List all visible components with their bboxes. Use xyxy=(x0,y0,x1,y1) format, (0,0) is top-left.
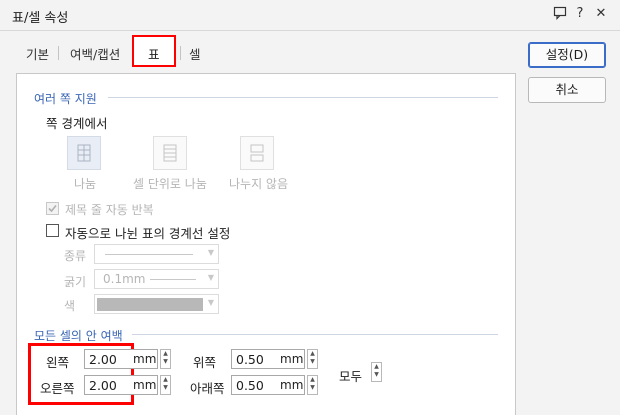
repeat-title-checkbox[interactable] xyxy=(46,202,59,215)
title-bar xyxy=(0,0,620,31)
tab-cell[interactable]: 셀 xyxy=(189,44,201,63)
top-margin-input[interactable]: 0.50 mm xyxy=(231,349,305,369)
chevron-down-icon: ▼ xyxy=(207,298,214,307)
left-margin-input[interactable]: 2.00 mm xyxy=(84,349,158,369)
tab-table[interactable]: 표 xyxy=(148,44,160,63)
section-title-cell-margins: 모든 셀의 안 여백 xyxy=(34,329,123,343)
split-icon[interactable] xyxy=(67,136,101,170)
right-margin-label: 오른쪽 xyxy=(40,381,75,396)
ok-button[interactable]: 설정(D) xyxy=(528,42,606,68)
tab-basic[interactable]: 기본 xyxy=(26,44,49,63)
left-margin-label: 왼쪽 xyxy=(46,355,70,370)
page-boundary-label: 쪽 경계에서 xyxy=(46,116,108,131)
right-margin-stepper[interactable]: ▲ ▼ xyxy=(160,375,171,395)
tab-margin-caption[interactable]: 여백/캡션 xyxy=(70,44,120,63)
no-split-icon[interactable] xyxy=(240,136,274,170)
tab-divider xyxy=(180,46,181,60)
bottom-margin-label: 아래쪽 xyxy=(190,381,225,396)
chat-icon[interactable] xyxy=(552,6,568,22)
color-select[interactable]: ▼ xyxy=(94,294,219,314)
auto-border-label: 자동으로 나뉜 표의 경계선 설정 xyxy=(65,226,231,241)
top-margin-label: 위쪽 xyxy=(193,355,217,370)
top-margin-value: 0.50 xyxy=(236,352,264,367)
left-margin-value: 2.00 xyxy=(89,352,117,367)
all-margin-stepper[interactable]: ▲ ▼ xyxy=(371,362,382,382)
split-option-label: 나누지 않음 xyxy=(229,177,289,191)
close-icon[interactable]: ✕ xyxy=(593,6,609,22)
repeat-title-label: 제목 줄 자동 반복 xyxy=(65,203,154,217)
window-title: 표/셀 속성 xyxy=(12,11,69,26)
split-by-cell-icon[interactable] xyxy=(153,136,187,170)
unit-label: mm xyxy=(133,378,157,392)
section-title-page-split: 여러 쪽 지원 xyxy=(34,92,97,106)
split-option-label: 나눔 xyxy=(74,177,97,191)
unit-label: mm xyxy=(280,352,304,366)
color-swatch xyxy=(97,298,203,311)
help-icon[interactable]: ? xyxy=(572,6,588,22)
line-type-label: 종류 xyxy=(64,249,87,263)
thickness-value: 0.1mm xyxy=(103,272,146,286)
chevron-down-icon: ▼ xyxy=(207,273,214,282)
right-margin-input[interactable]: 2.00 mm xyxy=(84,375,158,395)
bottom-margin-input[interactable]: 0.50 mm xyxy=(231,375,305,395)
tab-divider xyxy=(58,46,59,60)
thickness-label: 굵기 xyxy=(64,275,87,289)
top-margin-stepper[interactable]: ▲ ▼ xyxy=(307,349,318,369)
bottom-margin-stepper[interactable]: ▲ ▼ xyxy=(307,375,318,395)
auto-border-checkbox[interactable] xyxy=(46,224,59,237)
right-margin-value: 2.00 xyxy=(89,378,117,393)
cancel-button[interactable]: 취소 xyxy=(528,77,606,103)
thickness-select[interactable]: 0.1mm ▼ xyxy=(94,269,219,289)
split-option-label: 셀 단위로 나눔 xyxy=(133,177,207,191)
chevron-down-icon: ▼ xyxy=(207,248,214,257)
color-label: 색 xyxy=(64,299,76,313)
line-type-select[interactable]: ▼ xyxy=(94,244,219,264)
left-margin-stepper[interactable]: ▲ ▼ xyxy=(160,349,171,369)
unit-label: mm xyxy=(280,378,304,392)
all-margin-label: 모두 xyxy=(339,369,363,384)
unit-label: mm xyxy=(133,352,157,366)
section-divider xyxy=(108,97,498,98)
bottom-margin-value: 0.50 xyxy=(236,378,264,393)
section-divider xyxy=(132,334,498,335)
